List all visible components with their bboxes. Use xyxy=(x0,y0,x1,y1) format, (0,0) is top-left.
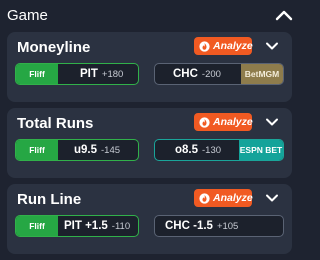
analyze-label: Analyze xyxy=(213,116,253,128)
section-header[interactable]: Game xyxy=(0,0,300,30)
market-title: Total Runs xyxy=(17,115,94,132)
sportsbook-badge-betmgm: BetMGM xyxy=(241,64,283,84)
bet-pick: o8.5 -130 xyxy=(175,140,221,160)
bet-option-over[interactable]: o8.5 -130 ESPN BET xyxy=(154,139,284,161)
chevron-down-icon[interactable] xyxy=(265,41,279,51)
sportsbook-badge-fliff: Fliff xyxy=(16,216,58,236)
bet-pick: u9.5 -145 xyxy=(74,140,120,160)
bet-odds: -110 xyxy=(111,220,131,232)
analyze-button[interactable]: Analyze xyxy=(194,37,253,55)
bet-option-pit-run-line[interactable]: Fliff PIT +1.5 -110 xyxy=(15,215,139,237)
bet-pick: PIT +1.5 -110 xyxy=(64,216,130,236)
market-card-moneyline: Moneyline Analyze Fliff PIT +180 CHC -20… xyxy=(7,32,292,102)
market-title: Run Line xyxy=(17,191,82,208)
bet-pick: PIT +180 xyxy=(80,64,123,84)
bet-label: o8.5 xyxy=(175,144,199,156)
analyze-button[interactable]: Analyze xyxy=(194,189,253,207)
bet-label: PIT xyxy=(80,68,98,80)
flame-icon xyxy=(199,40,210,52)
bet-option-chc-run-line[interactable]: CHC -1.5 +105 xyxy=(154,215,284,237)
sportsbook-badge-fliff: Fliff xyxy=(16,64,58,84)
bet-label: CHC xyxy=(173,68,198,80)
bet-odds: +105 xyxy=(216,220,239,232)
analyze-label: Analyze xyxy=(213,192,253,204)
bet-odds: -130 xyxy=(202,144,222,156)
chevron-down-icon[interactable] xyxy=(265,193,279,203)
chevron-down-icon[interactable] xyxy=(265,117,279,127)
bet-label: u9.5 xyxy=(74,144,98,156)
market-card-run-line: Run Line Analyze Fliff PIT +1.5 -110 CHC… xyxy=(7,184,292,254)
chevron-up-icon[interactable] xyxy=(275,8,293,22)
bet-odds: +180 xyxy=(101,68,124,80)
bet-odds: -200 xyxy=(201,68,221,80)
bet-label: PIT +1.5 xyxy=(64,220,108,232)
flame-icon xyxy=(199,116,210,128)
bet-option-chc-moneyline[interactable]: CHC -200 BetMGM xyxy=(154,63,284,85)
market-card-total-runs: Total Runs Analyze Fliff u9.5 -145 o8.5 … xyxy=(7,108,292,178)
flame-icon xyxy=(199,192,210,204)
sportsbook-badge-fliff: Fliff xyxy=(16,140,58,160)
bet-option-under[interactable]: Fliff u9.5 -145 xyxy=(15,139,139,161)
bet-odds: -145 xyxy=(101,144,121,156)
bet-label: CHC -1.5 xyxy=(165,220,213,232)
sportsbook-badge-espn-bet: ESPN BET xyxy=(239,140,283,160)
analyze-label: Analyze xyxy=(213,40,253,52)
section-title: Game xyxy=(7,7,48,24)
bet-pick: CHC -200 xyxy=(173,64,221,84)
bet-option-pit-moneyline[interactable]: Fliff PIT +180 xyxy=(15,63,139,85)
analyze-button[interactable]: Analyze xyxy=(194,113,253,131)
bet-pick: CHC -1.5 +105 xyxy=(165,216,238,236)
market-title: Moneyline xyxy=(17,39,91,56)
